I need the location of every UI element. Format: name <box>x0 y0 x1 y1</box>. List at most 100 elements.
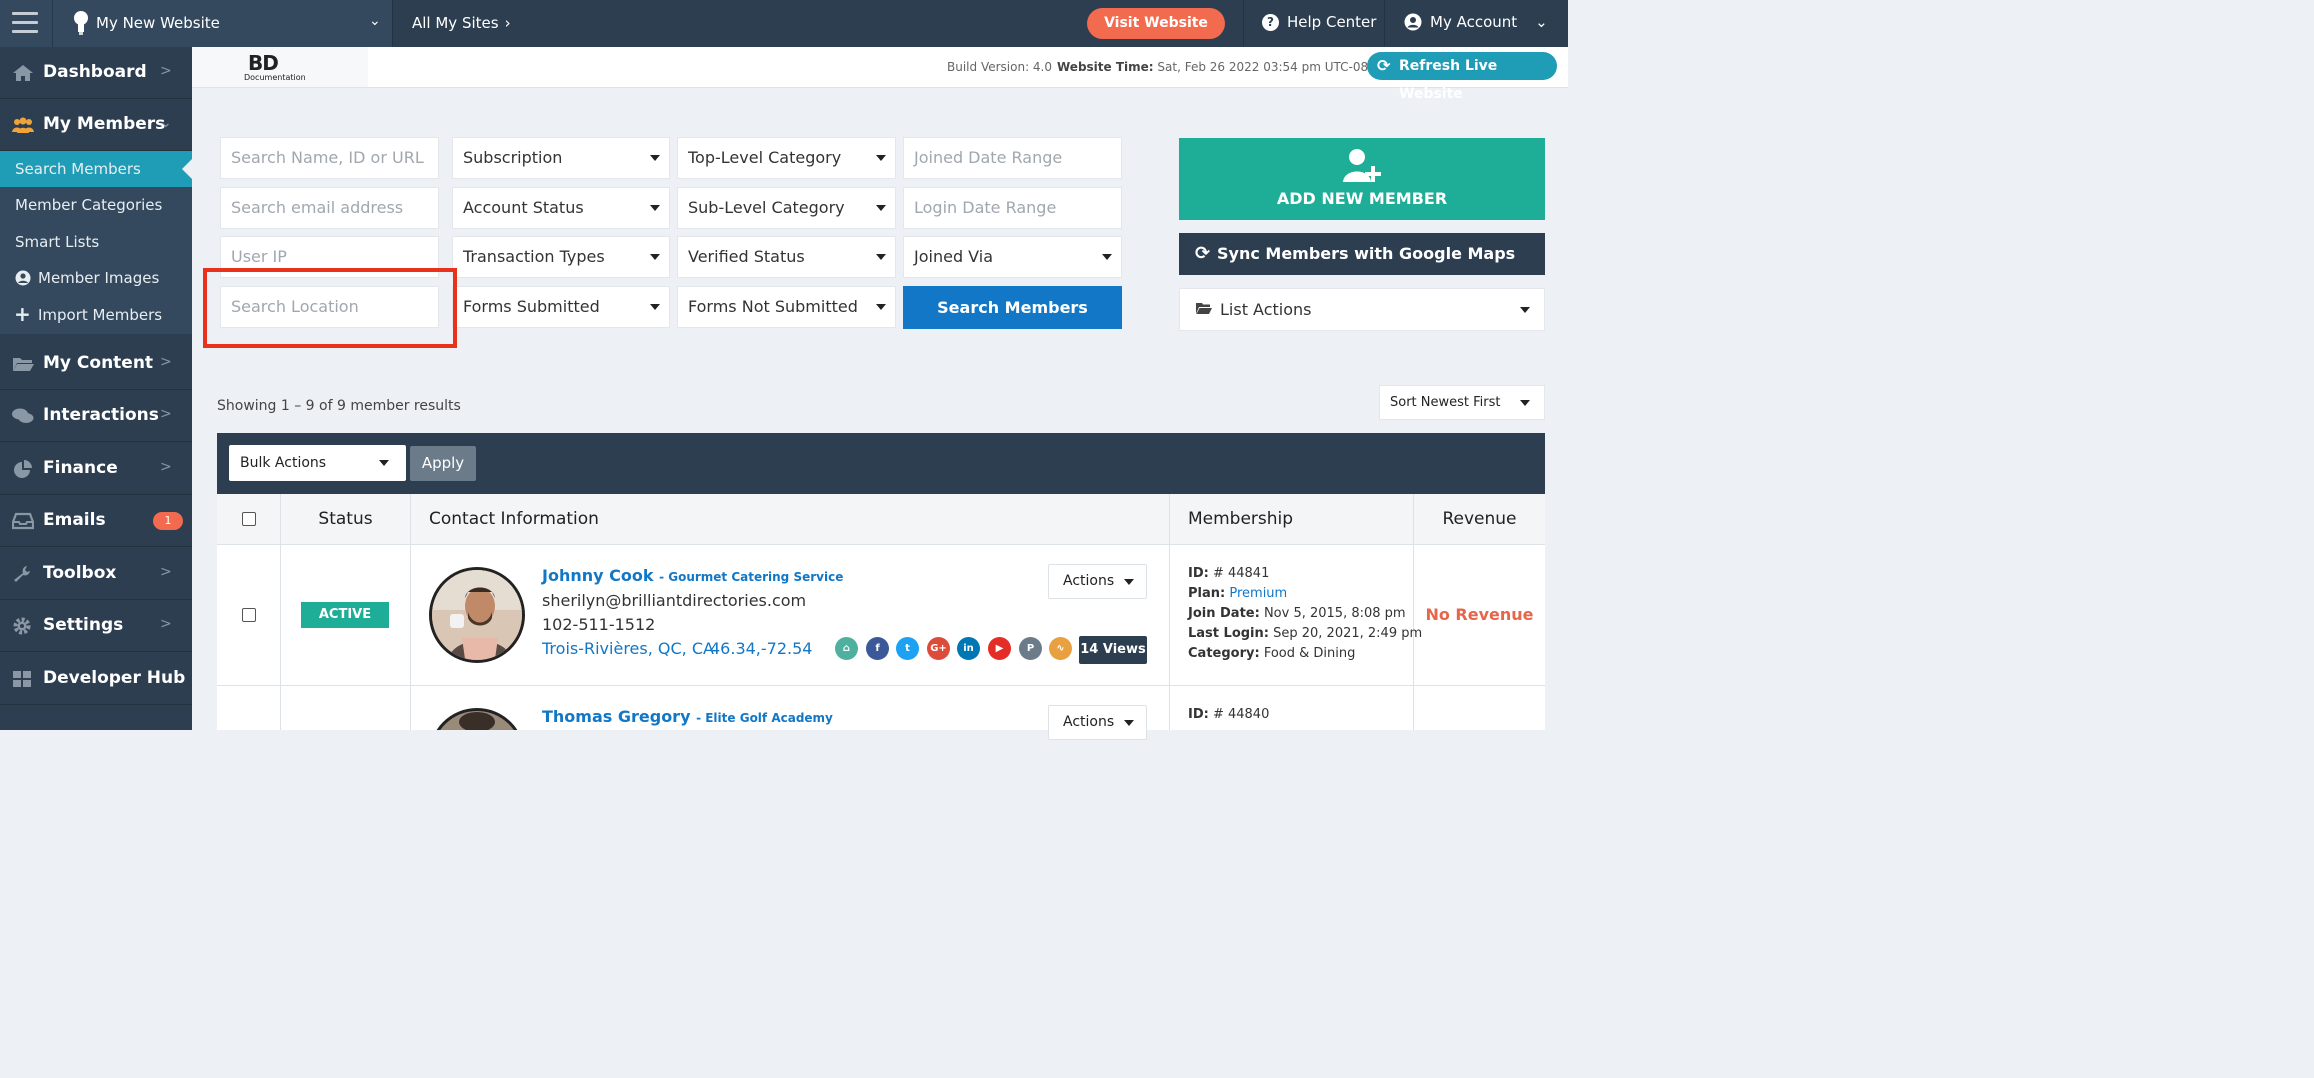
sidebar-item-settings[interactable]: Settings > <box>0 600 192 652</box>
sidebar-item-interactions[interactable]: Interactions > <box>0 390 192 442</box>
linkedin-icon[interactable]: in <box>957 637 980 660</box>
member-last-login: Last Login: Sep 20, 2021, 2:49 pm <box>1188 626 1422 641</box>
contact-header[interactable]: Contact Information <box>411 494 1170 545</box>
search-email-input[interactable]: Search email address <box>220 187 439 229</box>
bulk-actions-select[interactable]: Bulk Actions <box>229 445 406 481</box>
member-coordinates-link[interactable]: 46.34,-72.54 <box>710 639 812 658</box>
visit-website-button[interactable]: Visit Website <box>1087 8 1225 39</box>
avatar[interactable] <box>429 708 525 730</box>
joined-via-select[interactable]: Joined Via <box>903 236 1122 278</box>
member-name-link[interactable]: Thomas Gregory - Elite Golf Academy <box>542 707 833 726</box>
sidebar-item-finance[interactable]: Finance > <box>0 443 192 495</box>
all-my-sites-link[interactable]: All My Sites › <box>412 14 511 32</box>
sidebar-item-label: My Members <box>43 114 166 134</box>
submenu-member-categories[interactable]: Member Categories <box>0 187 192 223</box>
search-members-button[interactable]: Search Members <box>903 286 1122 329</box>
add-new-member-button[interactable]: ADD NEW MEMBER <box>1179 138 1545 220</box>
table-row <box>217 686 1545 730</box>
chevron-right-icon: > <box>160 564 172 580</box>
select-label: Transaction Types <box>463 247 605 266</box>
sidebar-item-my-content[interactable]: My Content > <box>0 338 192 390</box>
sidebar-item-label: Developer Hub <box>43 668 186 688</box>
top-level-category-select[interactable]: Top-Level Category <box>677 137 896 179</box>
select-label: Subscription <box>463 148 563 167</box>
submenu-search-members[interactable]: Search Members <box>0 151 192 187</box>
row-actions-button[interactable]: Actions <box>1048 705 1147 740</box>
member-id: ID: # 44840 <box>1188 707 1269 722</box>
login-label: Last Login: <box>1188 626 1269 641</box>
avatar[interactable] <box>429 567 525 663</box>
sync-google-maps-button[interactable]: ⟳ Sync Members with Google Maps <box>1179 233 1545 275</box>
transaction-types-select[interactable]: Transaction Types <box>452 236 670 278</box>
submenu-smart-lists[interactable]: Smart Lists <box>0 224 192 260</box>
forms-not-submitted-select[interactable]: Forms Not Submitted <box>677 286 896 328</box>
select-label: Forms Submitted <box>463 297 600 316</box>
account-status-select[interactable]: Account Status <box>452 187 670 229</box>
home-icon[interactable]: ⌂ <box>835 637 858 660</box>
google-plus-icon[interactable]: G+ <box>927 637 950 660</box>
category-label: Category: <box>1188 646 1260 661</box>
chevron-right-icon: › <box>504 14 511 32</box>
sidebar-item-dashboard[interactable]: Dashboard > <box>0 47 192 99</box>
revenue-header[interactable]: Revenue <box>1414 494 1545 545</box>
member-join-date: Join Date: Nov 5, 2015, 8:08 pm <box>1188 606 1406 621</box>
rss-icon[interactable]: ∿ <box>1049 637 1072 660</box>
pinterest-icon[interactable]: P <box>1019 637 1042 660</box>
top-bar: My New Website ⌄ All My Sites › Visit Web… <box>0 0 1568 47</box>
select-label: Verified Status <box>688 247 805 266</box>
sidebar-item-my-members[interactable]: My Members ⌄ <box>0 99 192 151</box>
submenu-import-members[interactable]: + Import Members <box>0 297 192 333</box>
refresh-icon: ⟳ <box>1377 56 1391 75</box>
select-label: Sub-Level Category <box>688 198 845 217</box>
chevron-down-icon: ⌄ <box>1535 13 1548 31</box>
folder-icon <box>13 358 34 371</box>
verified-status-select[interactable]: Verified Status <box>677 236 896 278</box>
my-account-label: My Account <box>1430 13 1518 31</box>
caret-down-icon <box>876 304 886 310</box>
hamburger-menu-button[interactable] <box>0 0 52 47</box>
sidebar-item-toolbox[interactable]: Toolbox > <box>0 548 192 600</box>
membership-header[interactable]: Membership <box>1170 494 1414 545</box>
plan-link[interactable]: Premium <box>1229 586 1287 601</box>
search-name-input[interactable]: Search Name, ID or URL <box>220 137 439 179</box>
users-icon <box>12 117 34 133</box>
row-actions-button[interactable]: Actions <box>1048 564 1147 599</box>
row-checkbox[interactable] <box>242 608 256 622</box>
status-badge: ACTIVE <box>301 602 389 628</box>
submenu-member-images[interactable]: Member Images <box>0 260 192 296</box>
sidebar-item-emails[interactable]: Emails 1 <box>0 495 192 547</box>
gear-icon <box>13 617 31 635</box>
status-header[interactable]: Status <box>281 494 411 545</box>
login-date-range-input[interactable]: Login Date Range <box>903 187 1122 229</box>
results-count: Showing 1 – 9 of 9 member results <box>217 398 461 414</box>
grid-icon <box>13 671 31 687</box>
joined-date-range-input[interactable]: Joined Date Range <box>903 137 1122 179</box>
folder-open-icon <box>1196 303 1212 314</box>
my-account-menu[interactable]: My Account ⌄ <box>1404 13 1548 31</box>
list-actions-dropdown[interactable]: List Actions <box>1179 288 1545 331</box>
site-selector[interactable]: My New Website ⌄ <box>52 0 392 47</box>
select-all-checkbox[interactable] <box>242 512 256 526</box>
chevron-right-icon: > <box>160 354 172 370</box>
sidebar-item-label: Emails <box>43 510 106 530</box>
apply-button[interactable]: Apply <box>410 446 476 481</box>
sidebar-item-label: Interactions <box>43 405 159 425</box>
caret-down-icon <box>1520 307 1530 313</box>
twitter-icon[interactable]: t <box>896 637 919 660</box>
help-center-link[interactable]: ? Help Center <box>1262 13 1376 31</box>
forms-submitted-select[interactable]: Forms Submitted <box>452 286 670 328</box>
caret-down-icon <box>650 205 660 211</box>
category-value: Food & Dining <box>1263 646 1356 661</box>
refresh-live-website-button[interactable]: ⟳ Refresh Live Website <box>1367 52 1557 102</box>
sidebar-item-developer-hub[interactable]: Developer Hub <box>0 653 192 705</box>
member-name-link[interactable]: Johnny Cook - Gourmet Catering Service <box>542 566 843 585</box>
caret-down-icon <box>1102 254 1112 260</box>
caret-down-icon <box>650 254 660 260</box>
subscription-select[interactable]: Subscription <box>452 137 670 179</box>
sort-select[interactable]: Sort Newest First <box>1379 385 1545 420</box>
bulk-actions-label: Bulk Actions <box>240 455 327 471</box>
member-location-link[interactable]: Trois-Rivières, QC, CA <box>542 639 714 658</box>
youtube-icon[interactable]: ▶ <box>988 637 1011 660</box>
facebook-icon[interactable]: f <box>866 637 889 660</box>
sub-level-category-select[interactable]: Sub-Level Category <box>677 187 896 229</box>
